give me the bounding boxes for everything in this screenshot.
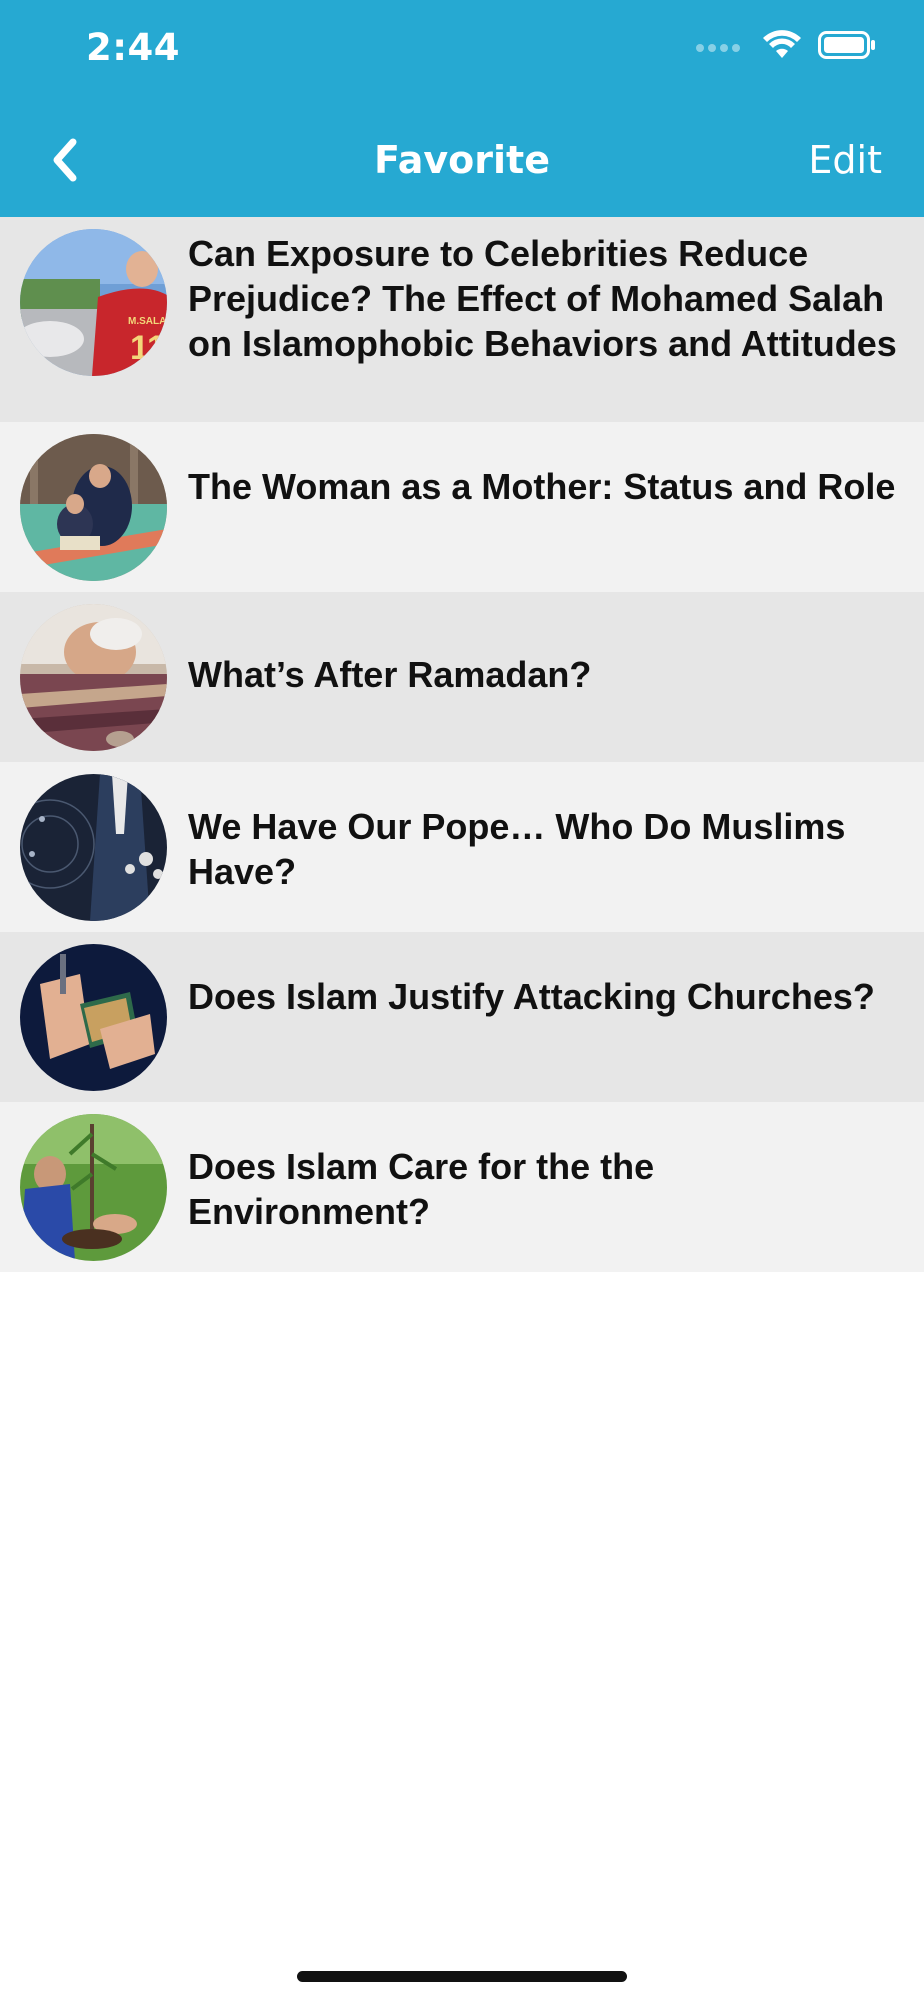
list-item-title: The Woman as a Mother: Status and Role xyxy=(188,466,896,507)
wifi-icon xyxy=(762,30,802,65)
thumbnail-image xyxy=(20,1114,167,1261)
list-item-title: Does Islam Care for the the Environment? xyxy=(188,1146,655,1232)
thumbnail-image xyxy=(20,604,167,751)
list-item-title: Can Exposure to Celebrities Reduce Preju… xyxy=(188,233,897,364)
list-item[interactable]: The Woman as a Mother: Status and Role xyxy=(0,422,924,592)
list-item-title: What’s After Ramadan? xyxy=(188,654,592,695)
list-item[interactable]: Does Islam Care for the the Environment? xyxy=(0,1102,924,1272)
list-item[interactable]: Does Islam Justify Attacking Churches? xyxy=(0,932,924,1102)
thumbnail-image xyxy=(20,944,167,1091)
edit-button[interactable]: Edit xyxy=(808,138,882,182)
list-item-title: We Have Our Pope… Who Do Muslims Have? xyxy=(188,806,846,892)
list-item[interactable]: We Have Our Pope… Who Do Muslims Have? xyxy=(0,762,924,932)
favorites-list: M.SALAH 11 Can Exposure to Celebrities R… xyxy=(0,217,924,1272)
thumbnail-image xyxy=(20,434,167,581)
thumbnail-image xyxy=(20,774,167,921)
list-item[interactable]: What’s After Ramadan? xyxy=(0,592,924,762)
home-indicator[interactable] xyxy=(297,1971,627,1982)
cellular-signal-icon xyxy=(696,43,740,52)
navigation-header: 2:44 Favorite Edit xyxy=(0,0,924,217)
status-icons xyxy=(696,30,876,65)
thumbnail-image: M.SALAH 11 xyxy=(20,229,167,376)
status-time: 2:44 xyxy=(86,26,181,69)
svg-text:M.SALAH: M.SALAH xyxy=(128,316,167,327)
back-button[interactable] xyxy=(36,132,92,188)
page-title: Favorite xyxy=(374,138,550,182)
list-item-title: Does Islam Justify Attacking Churches? xyxy=(188,976,875,1017)
list-item[interactable]: M.SALAH 11 Can Exposure to Celebrities R… xyxy=(0,217,924,422)
chevron-left-icon xyxy=(53,138,77,182)
svg-text:11: 11 xyxy=(130,329,166,367)
battery-icon xyxy=(818,31,876,64)
